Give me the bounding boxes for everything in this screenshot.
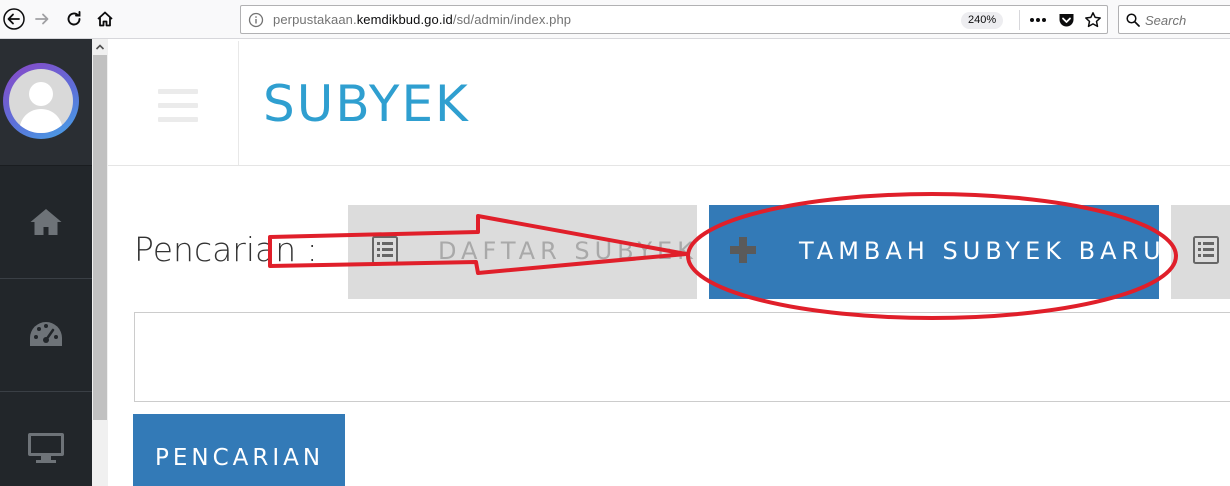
home-icon	[30, 209, 62, 235]
forward-button[interactable]	[28, 5, 56, 33]
header-divider	[238, 41, 239, 165]
add-subject-label: TAMBAH SUBYEK BARU	[799, 237, 1166, 265]
home-button[interactable]	[91, 5, 119, 33]
zoom-indicator[interactable]: 240%	[961, 12, 1004, 29]
search-input[interactable]	[134, 312, 1230, 402]
back-arrow-icon	[3, 8, 25, 30]
browser-search-field[interactable]: Search	[1118, 5, 1230, 34]
menu-toggle-button[interactable]	[158, 89, 198, 123]
monitor-icon	[28, 433, 64, 463]
avatar[interactable]	[9, 69, 73, 133]
list-icon	[1193, 236, 1219, 264]
avatar-ring	[3, 63, 79, 139]
search-label: Pencarian :	[134, 230, 318, 269]
star-icon	[1085, 12, 1101, 28]
pocket-button[interactable]	[1057, 11, 1075, 29]
list-subjects-button[interactable]: DAFTAR SUBYEK	[348, 205, 697, 299]
page-actions-button[interactable]	[1029, 11, 1047, 29]
search-placeholder: Search	[1145, 13, 1187, 28]
pocket-icon	[1059, 14, 1073, 27]
url-domain: kemdikbud.go.id	[356, 12, 453, 27]
url-prefix: perpustakaan.	[273, 12, 357, 27]
reload-icon	[67, 11, 81, 26]
user-silhouette-icon	[19, 82, 63, 133]
more-dots-icon	[1030, 18, 1046, 22]
back-button[interactable]	[0, 5, 28, 33]
hamburger-bar	[158, 117, 198, 122]
forward-arrow-icon	[35, 13, 49, 25]
scroll-up-arrow-icon[interactable]	[94, 41, 106, 53]
plus-icon	[730, 237, 756, 263]
url-text[interactable]: perpustakaan.kemdikbud.go.id/sd/admin/in…	[273, 12, 571, 27]
url-bar[interactable]: perpustakaan.kemdikbud.go.id/sd/admin/in…	[240, 5, 1108, 34]
hamburger-bar	[158, 103, 198, 108]
url-separator	[1019, 10, 1020, 30]
scroll-thumb[interactable]	[93, 55, 107, 420]
url-path: /sd/admin/index.php	[452, 12, 572, 27]
search-button[interactable]: PENCARIAN	[133, 414, 345, 486]
hamburger-bar	[158, 89, 198, 94]
page-title: SUBYEK	[263, 75, 470, 133]
home-icon	[97, 11, 113, 27]
add-subject-button[interactable]: TAMBAH SUBYEK BARU	[709, 205, 1161, 299]
bookmark-button[interactable]	[1084, 11, 1102, 29]
sidebar-item-home[interactable]	[0, 166, 92, 279]
user-profile-block	[0, 39, 92, 166]
page-header: SUBYEK	[108, 39, 1230, 166]
dashboard-gauge-icon	[30, 322, 62, 346]
page-scrollbar[interactable]	[92, 39, 108, 486]
sidebar-item-display[interactable]	[0, 392, 92, 486]
sidebar-item-dashboard[interactable]	[0, 279, 92, 392]
list-extra-button[interactable]	[1171, 205, 1230, 299]
search-icon	[1126, 13, 1140, 27]
list-icon	[372, 236, 398, 264]
reload-button[interactable]	[60, 5, 88, 33]
info-icon[interactable]	[248, 12, 264, 28]
list-subjects-label: DAFTAR SUBYEK	[438, 237, 698, 265]
browser-toolbar: perpustakaan.kemdikbud.go.id/sd/admin/in…	[0, 0, 1230, 39]
admin-sidebar	[0, 39, 92, 486]
search-button-label: PENCARIAN	[155, 445, 325, 471]
